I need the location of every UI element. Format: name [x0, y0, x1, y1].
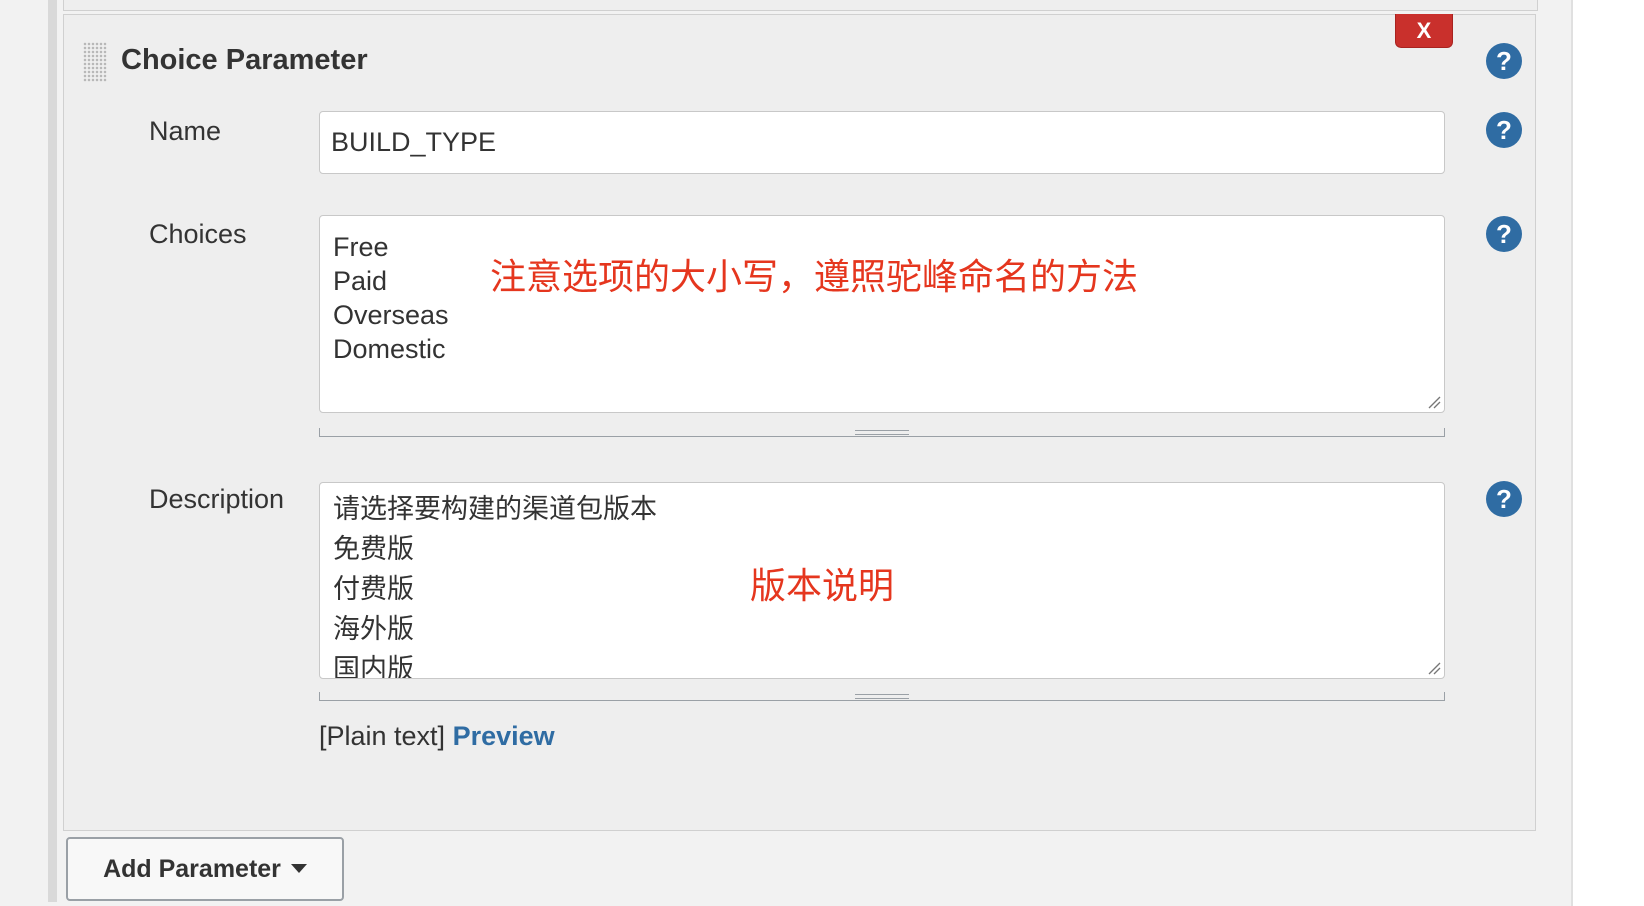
previous-parameter-block [63, 0, 1538, 11]
choice-line: Overseas [333, 300, 449, 330]
resize-grip-icon[interactable] [1427, 661, 1441, 675]
choice-line: Domestic [333, 334, 446, 364]
drag-handle-icon[interactable] [83, 42, 107, 82]
preview-link[interactable]: Preview [453, 721, 555, 751]
delete-parameter-button[interactable]: X [1395, 14, 1453, 48]
choices-annotation: 注意选项的大小写，遵照驼峰命名的方法 [490, 256, 1139, 297]
help-icon-choices[interactable]: ? [1486, 216, 1522, 252]
parameter-title: Choice Parameter [121, 44, 368, 76]
help-icon-description[interactable]: ? [1486, 481, 1522, 517]
description-line: 海外版 [333, 614, 414, 644]
resize-knob-icon [855, 430, 909, 435]
description-line: 请选择要构建的渠道包版本 [333, 494, 657, 524]
description-line: 国内版 [333, 654, 414, 679]
page: Choice Parameter X ? Name BUILD_TYPE ? C… [0, 0, 1644, 906]
choices-label: Choices [149, 219, 247, 249]
caret-down-icon [290, 863, 307, 873]
resize-knob-icon [855, 694, 909, 699]
resize-grip-icon[interactable] [1427, 395, 1441, 409]
description-label: Description [149, 484, 285, 514]
right-margin [1571, 0, 1644, 906]
description-resize-handle[interactable] [319, 692, 1445, 701]
name-input[interactable]: BUILD_TYPE [319, 111, 1445, 174]
add-parameter-label: Add Parameter [103, 855, 281, 883]
description-annotation: 版本说明 [750, 565, 895, 606]
section-left-bar [48, 0, 57, 902]
help-icon-name[interactable]: ? [1486, 112, 1522, 148]
choices-resize-handle[interactable] [319, 428, 1445, 437]
add-parameter-button[interactable]: Add Parameter [66, 837, 344, 901]
markup-format-row: [Plain text] Preview [319, 721, 555, 752]
choices-textarea[interactable]: Free Paid Overseas Domestic [319, 215, 1445, 413]
markup-format-label: [Plain text] [319, 721, 446, 751]
help-icon-parameter[interactable]: ? [1486, 43, 1522, 79]
name-label: Name [149, 116, 222, 146]
